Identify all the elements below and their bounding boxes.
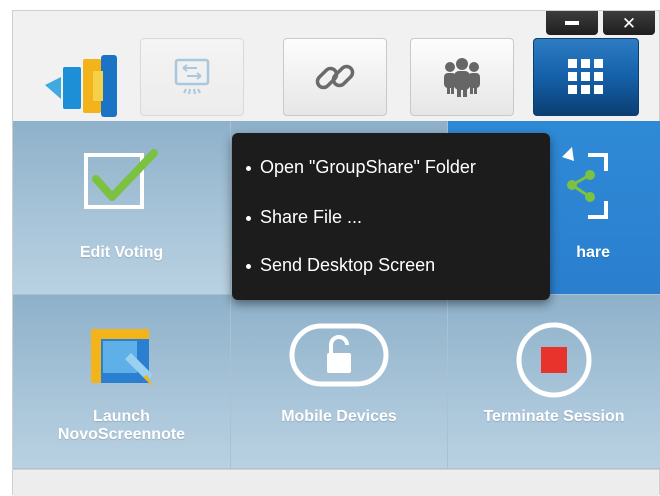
close-button[interactable]: ✕ <box>603 11 655 35</box>
screennote-icon <box>90 329 153 387</box>
group-button[interactable] <box>410 38 514 116</box>
novo-logo-icon <box>43 51 123 121</box>
terminate-session-label: Terminate Session <box>483 408 625 425</box>
terminate-session-tile[interactable]: Terminate Session <box>448 295 660 469</box>
group-icon <box>444 58 480 97</box>
groupshare-popup-menu: Open "GroupShare" Folder Share File ... … <box>232 133 550 300</box>
screen-mirror-button[interactable] <box>140 38 244 116</box>
link-button[interactable] <box>283 38 387 116</box>
unlock-icon <box>289 323 389 387</box>
grid-menu-icon <box>568 59 603 94</box>
grid-menu-button[interactable] <box>533 38 639 116</box>
launch-novoscreennote-tile[interactable]: Launch NovoScreennote <box>13 295 231 469</box>
share-label: hare <box>576 244 610 261</box>
minimize-button[interactable] <box>546 11 598 35</box>
launch-label-line2: NovoScreennote <box>57 426 186 443</box>
minimize-icon <box>565 21 579 25</box>
launch-label-line1: Launch <box>93 408 150 425</box>
status-bar <box>13 469 659 496</box>
menu-item-share-file[interactable]: Share File ... <box>245 207 362 228</box>
edit-voting-tile[interactable]: Edit Voting <box>13 121 231 295</box>
menu-item-open-groupshare-folder[interactable]: Open "GroupShare" Folder <box>246 157 476 178</box>
screen-mirror-icon <box>174 58 210 95</box>
menu-item-send-desktop-screen[interactable]: Send Desktop Screen <box>245 255 435 276</box>
close-icon: ✕ <box>621 13 637 33</box>
link-icon <box>315 64 355 90</box>
stop-record-icon <box>516 322 592 398</box>
mobile-devices-label: Mobile Devices <box>281 408 397 425</box>
voting-checkmark-icon <box>83 149 158 209</box>
mobile-devices-tile[interactable]: Mobile Devices <box>231 295 448 469</box>
edit-voting-label: Edit Voting <box>79 244 164 261</box>
share-icon <box>562 147 608 219</box>
